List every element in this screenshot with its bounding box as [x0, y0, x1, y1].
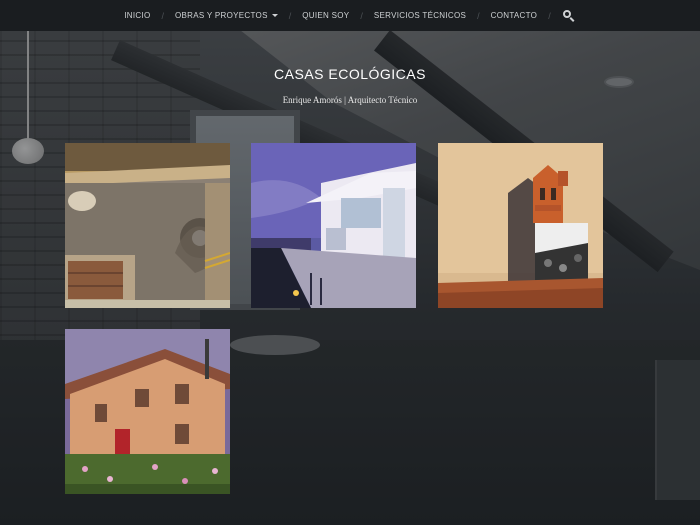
search-button[interactable]: [562, 9, 576, 23]
nav-separator: /: [548, 10, 551, 21]
gallery-image-earthen-interior[interactable]: [65, 143, 230, 308]
caret-down-icon: [271, 14, 278, 18]
page-title: CASAS ECOLÓGICAS: [274, 66, 426, 82]
chimney-caps-photo: [438, 143, 603, 308]
nav-menu: INICIO / OBRAS Y PROYECTOS / QUIEN SOY /…: [124, 9, 575, 23]
nav-item-contacto[interactable]: CONTACTO: [491, 11, 538, 20]
nav-item-servicios-tecnicos[interactable]: SERVICIOS TÉCNICOS: [374, 11, 466, 20]
search-icon-handle: [569, 16, 575, 22]
modern-house-photo: [251, 143, 416, 308]
gallery-image-chimney-caps[interactable]: [438, 143, 603, 308]
nav-item-quien-soy[interactable]: QUIEN SOY: [302, 11, 349, 20]
nav-item-obras-y-proyectos[interactable]: OBRAS Y PROYECTOS: [175, 11, 278, 20]
ochre-house-photo: [65, 329, 230, 494]
nav-separator: /: [161, 10, 165, 21]
gallery-image-ochre-house[interactable]: [65, 329, 230, 494]
nav-item-inicio[interactable]: INICIO: [124, 11, 150, 20]
nav-separator: /: [288, 10, 292, 21]
search-icon: [562, 9, 571, 18]
earthen-interior-photo: [65, 143, 230, 308]
nav-separator: /: [360, 10, 363, 21]
nav-separator: /: [477, 10, 480, 21]
gallery-image-modern-house[interactable]: [251, 143, 416, 308]
top-navbar: INICIO / OBRAS Y PROYECTOS / QUIEN SOY /…: [0, 0, 700, 31]
nav-item-label: OBRAS Y PROYECTOS: [175, 11, 268, 20]
page-subtitle: Enrique Amorós | Arquitecto Técnico: [282, 95, 418, 105]
